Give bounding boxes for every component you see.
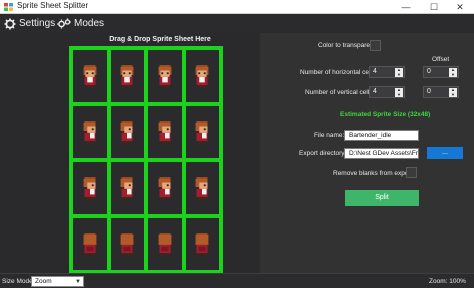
size-mode-select[interactable]: Zoom ▼ bbox=[31, 276, 84, 287]
horizontal-offset-stepper[interactable]: 0 ▲ ▼ bbox=[423, 66, 459, 78]
sprite-frame-side bbox=[195, 121, 208, 144]
menu-settings-label: Settings bbox=[19, 18, 56, 29]
vertical-offset-arrows[interactable]: ▲ ▼ bbox=[449, 87, 457, 97]
horizontal-cells-value: 4 bbox=[373, 68, 377, 75]
menu-settings[interactable]: Settings bbox=[4, 15, 55, 32]
browse-button[interactable]: ... bbox=[427, 147, 463, 159]
menu-bar: Settings Modes bbox=[0, 14, 474, 33]
color-transparent-checkbox[interactable] bbox=[370, 40, 381, 51]
sprite-cell bbox=[146, 48, 184, 104]
remove-blanks-checkbox[interactable] bbox=[406, 167, 417, 178]
sprite-frame-side bbox=[83, 121, 96, 144]
vertical-cells-stepper[interactable]: 4 ▲ ▼ bbox=[369, 86, 405, 98]
sprite-cell bbox=[146, 160, 184, 216]
sprite-cell bbox=[108, 160, 146, 216]
status-bar: Size Mode: Zoom ▼ Zoom: 100% bbox=[0, 273, 474, 288]
window-title: Sprite Sheet Splitter bbox=[17, 1, 89, 10]
sprite-cell bbox=[146, 104, 184, 160]
size-mode-value: Zoom bbox=[35, 278, 52, 285]
sprite-frame-side bbox=[195, 177, 208, 200]
color-transparent-label: Color to transparent: bbox=[318, 42, 378, 49]
split-button[interactable]: Split bbox=[345, 190, 419, 206]
minimize-button[interactable]: — bbox=[392, 0, 420, 14]
sprite-cell bbox=[183, 48, 221, 104]
sprite-cell bbox=[71, 48, 109, 104]
sprite-cell bbox=[71, 104, 109, 160]
vertical-offset-value: 0 bbox=[427, 88, 431, 95]
sprite-cell bbox=[71, 216, 109, 272]
gears-icon bbox=[57, 18, 71, 28]
sprite-cell bbox=[183, 216, 221, 272]
app-icon bbox=[4, 3, 13, 11]
sprite-frame-side bbox=[83, 177, 96, 200]
drop-zone-title: Drag & Drop Sprite Sheet Here bbox=[109, 36, 211, 43]
gear-icon bbox=[4, 18, 16, 29]
sprite-cell bbox=[183, 160, 221, 216]
remove-blanks-label: Remove blanks from export: bbox=[333, 170, 415, 177]
title-bar: Sprite Sheet Splitter — ☐ ✕ bbox=[0, 0, 474, 14]
sprite-frame-side bbox=[158, 121, 171, 144]
size-mode-label: Size Mode: bbox=[2, 278, 35, 285]
horizontal-cells-stepper[interactable]: 4 ▲ ▼ bbox=[369, 66, 405, 78]
maximize-button[interactable]: ☐ bbox=[420, 0, 448, 14]
sprite-frame-side bbox=[158, 177, 171, 200]
vertical-stepper-arrows[interactable]: ▲ ▼ bbox=[395, 87, 403, 97]
chevron-down-icon: ▼ bbox=[75, 279, 81, 285]
sprite-cell bbox=[71, 160, 109, 216]
sprite-frame-side bbox=[120, 121, 133, 144]
sprite-frame-back bbox=[83, 233, 97, 256]
sprite-cell bbox=[108, 216, 146, 272]
sprite-frame-back bbox=[158, 233, 172, 256]
sprite-cell bbox=[108, 48, 146, 104]
sprite-cell bbox=[108, 104, 146, 160]
horizontal-stepper-arrows[interactable]: ▲ ▼ bbox=[395, 67, 403, 77]
file-name-label: File name: bbox=[314, 132, 345, 139]
zoom-level-text: Zoom: 100% bbox=[429, 278, 466, 285]
export-directory-input[interactable]: D:\Nest GDev Assets\Fran bbox=[344, 148, 419, 159]
horizontal-offset-value: 0 bbox=[427, 68, 431, 75]
sprite-frame-back bbox=[120, 233, 134, 256]
estimated-size-text: Estimated Sprite Size (32x48) bbox=[340, 111, 431, 118]
horizontal-offset-arrows[interactable]: ▲ ▼ bbox=[449, 67, 457, 77]
export-directory-label: Export directory: bbox=[299, 150, 347, 157]
sprite-cell bbox=[183, 104, 221, 160]
vertical-cells-value: 4 bbox=[373, 88, 377, 95]
horizontal-cells-label: Number of horizontal cells: bbox=[300, 69, 377, 76]
sprite-frame-front bbox=[120, 65, 134, 88]
sprite-grid[interactable] bbox=[69, 46, 223, 274]
sprite-cell bbox=[146, 216, 184, 272]
app-window: Sprite Sheet Splitter — ☐ ✕ Settings Mod… bbox=[0, 0, 474, 288]
menu-modes[interactable]: Modes bbox=[57, 15, 104, 32]
sprite-frame-front bbox=[83, 65, 97, 88]
vertical-offset-stepper[interactable]: 0 ▲ ▼ bbox=[423, 86, 459, 98]
offset-label: Offset bbox=[432, 56, 450, 63]
close-button[interactable]: ✕ bbox=[446, 0, 474, 14]
vertical-cells-label: Number of vertical cells: bbox=[305, 89, 375, 96]
menu-modes-label: Modes bbox=[74, 18, 105, 29]
sprite-frame-back bbox=[195, 233, 209, 256]
sprite-frame-front bbox=[158, 65, 172, 88]
sprite-frame-side bbox=[120, 177, 133, 200]
sprite-frame-front bbox=[195, 65, 209, 88]
file-name-input[interactable]: Bartender_idle bbox=[344, 130, 419, 141]
